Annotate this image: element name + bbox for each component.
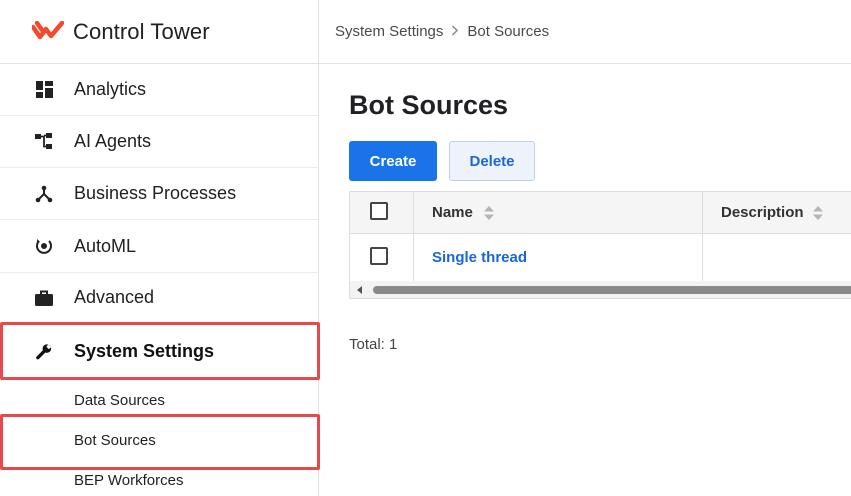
dashboard-icon [35, 81, 53, 99]
sidebar-item-label: Analytics [74, 79, 147, 99]
bot-sources-table: Name Description Single thread [349, 191, 851, 282]
column-divider [702, 192, 703, 233]
sidebar-item-label: System Settings [74, 340, 215, 361]
sidebar-subitem-label: Data Sources [74, 391, 165, 409]
sort-icon[interactable] [483, 205, 495, 221]
sidebar-item-automl[interactable]: AutoML [0, 220, 318, 273]
total-count: Total: 1 [349, 336, 398, 353]
sidebar-item-label: Advanced [74, 287, 155, 307]
hierarchy-icon [35, 133, 53, 151]
branch-icon [35, 185, 53, 203]
app-title: Control Tower [73, 18, 210, 44]
sidebar-item-advanced[interactable]: Advanced [0, 273, 318, 322]
wrench-icon [35, 342, 53, 360]
sidebar-item-business-processes[interactable]: Business Processes [0, 168, 318, 220]
briefcase-icon [35, 289, 53, 307]
column-divider [413, 234, 414, 281]
delete-button[interactable]: Delete [449, 141, 535, 181]
breadcrumb-item-bot-sources: Bot Sources [467, 23, 550, 40]
table-header: Name Description [350, 192, 851, 234]
sidebar-item-system-settings[interactable]: System Settings [0, 322, 318, 380]
column-divider [702, 234, 703, 281]
control-tower-logo-icon [30, 20, 65, 43]
sidebar-item-label: AutoML [74, 235, 137, 256]
breadcrumb-item-system-settings[interactable]: System Settings [335, 23, 443, 40]
horizontal-scrollbar[interactable] [349, 281, 851, 299]
scrollbar-thumb[interactable] [373, 286, 851, 294]
select-all-checkbox[interactable] [370, 202, 388, 220]
page-title: Bot Sources [349, 90, 509, 120]
sidebar-item-analytics[interactable]: Analytics [0, 64, 318, 116]
automl-icon [35, 237, 53, 255]
column-header-description[interactable]: Description [721, 204, 804, 221]
sort-icon[interactable] [812, 205, 824, 221]
sidebar-item-label: AI Agents [74, 131, 152, 151]
sidebar: Control Tower Analytics AI Agents Busine… [0, 0, 319, 496]
bot-source-name-link[interactable]: Single thread [432, 249, 527, 266]
breadcrumb: System Settings Bot Sources [319, 0, 851, 64]
sidebar-subitem-bep-workforces[interactable]: BEP Workforces [0, 460, 318, 496]
sidebar-subitem-bot-sources[interactable]: Bot Sources [0, 420, 318, 460]
column-header-name[interactable]: Name [432, 204, 473, 221]
table-row[interactable]: Single thread [350, 234, 851, 281]
sidebar-item-label: Business Processes [74, 183, 237, 203]
sidebar-subitem-label: BEP Workforces [74, 471, 184, 489]
scroll-left-icon[interactable] [357, 286, 362, 294]
column-divider [413, 192, 414, 233]
brand-header[interactable]: Control Tower [0, 0, 318, 64]
sidebar-item-ai-agents[interactable]: AI Agents [0, 116, 318, 168]
chevron-right-icon [451, 24, 459, 39]
sidebar-subitem-data-sources[interactable]: Data Sources [0, 380, 318, 420]
sidebar-subitem-label: Bot Sources [74, 431, 156, 449]
row-checkbox[interactable] [370, 247, 388, 265]
create-button[interactable]: Create [349, 141, 437, 181]
